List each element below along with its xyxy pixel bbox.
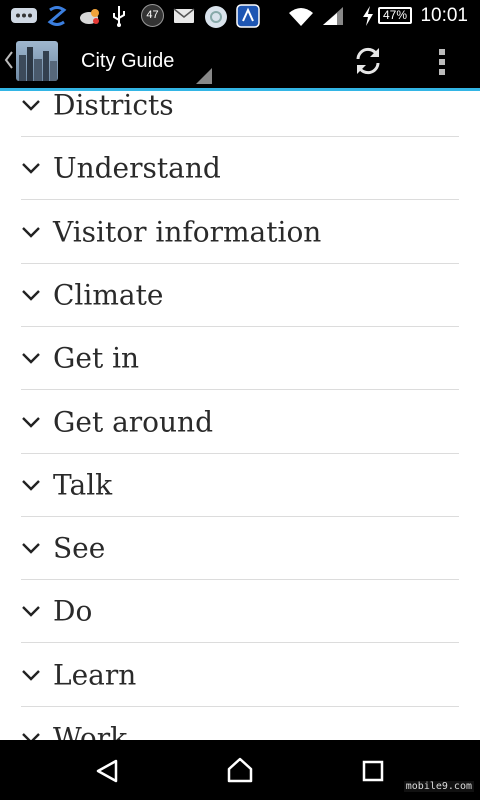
- spinner-dropdown-icon[interactable]: [196, 68, 212, 84]
- section-label: Work: [53, 721, 128, 741]
- chevron-down-icon: [22, 100, 40, 111]
- section-row[interactable]: Talk: [21, 454, 459, 517]
- chevron-down-icon: [22, 479, 40, 491]
- chevron-down-icon: [22, 543, 40, 554]
- chevron-down-icon: [22, 416, 40, 428]
- section-list: Districts Understand Visitor information Cl…: [0, 91, 480, 740]
- clock: 10:01: [420, 5, 468, 26]
- city-skyline-icon: [19, 47, 57, 81]
- overflow-menu-icon[interactable]: [437, 47, 447, 77]
- action-bar: [0, 32, 480, 91]
- navigation-bar: mobile9.com: [0, 740, 480, 800]
- wifi-icon: [289, 8, 313, 26]
- app-title[interactable]: City Guide: [81, 50, 174, 73]
- section-row[interactable]: Get in: [21, 327, 459, 391]
- section-label: Talk: [53, 468, 113, 502]
- chevron-down-icon: [22, 353, 40, 364]
- recent-apps-icon[interactable]: [362, 760, 384, 782]
- section-label: Districts: [53, 91, 174, 122]
- chat-notification-icon: [11, 8, 37, 23]
- disc-icon: [205, 6, 227, 28]
- section-row[interactable]: Work: [21, 707, 459, 740]
- section-row[interactable]: Do: [21, 580, 459, 644]
- section-label: Learn: [53, 658, 137, 692]
- back-chevron-icon[interactable]: [4, 51, 14, 69]
- back-icon[interactable]: [94, 758, 120, 784]
- refresh-icon[interactable]: [352, 45, 384, 77]
- app-logo[interactable]: [16, 41, 58, 81]
- section-row[interactable]: Understand: [21, 137, 459, 201]
- chevron-down-icon: [22, 290, 40, 301]
- signal-icon: [323, 7, 343, 25]
- usb-icon: [113, 6, 125, 27]
- battery-indicator: 47%: [378, 7, 412, 24]
- section-row[interactable]: Districts: [21, 91, 459, 137]
- chevron-down-icon: [22, 226, 40, 238]
- chevron-down-icon: [22, 733, 40, 740]
- section-row[interactable]: See: [21, 517, 459, 581]
- section-label: Climate: [53, 278, 164, 312]
- home-icon[interactable]: [226, 757, 254, 783]
- section-label: Visitor information: [53, 215, 322, 249]
- sync-notification-icon: [47, 6, 67, 26]
- count-badge: 47: [141, 4, 164, 27]
- section-label: See: [53, 531, 106, 565]
- charging-icon: [363, 6, 373, 26]
- chevron-down-icon: [22, 163, 40, 174]
- status-bar: 47 47% 10:01: [0, 0, 480, 32]
- mail-icon: [173, 8, 195, 23]
- section-row[interactable]: Visitor information: [21, 201, 459, 264]
- chevron-down-icon: [22, 669, 40, 681]
- section-label: Understand: [53, 151, 221, 185]
- chevron-down-icon: [22, 606, 40, 618]
- section-row[interactable]: Learn: [21, 644, 459, 707]
- navigation-app-icon: [236, 4, 260, 28]
- section-row[interactable]: Get around: [21, 391, 459, 454]
- weather-notification-icon: [80, 9, 99, 24]
- section-label: Get around: [53, 405, 214, 438]
- section-row[interactable]: Climate: [21, 264, 459, 327]
- section-label: Do: [53, 594, 93, 628]
- section-label: Get in: [53, 341, 140, 375]
- watermark: mobile9.com: [403, 781, 474, 792]
